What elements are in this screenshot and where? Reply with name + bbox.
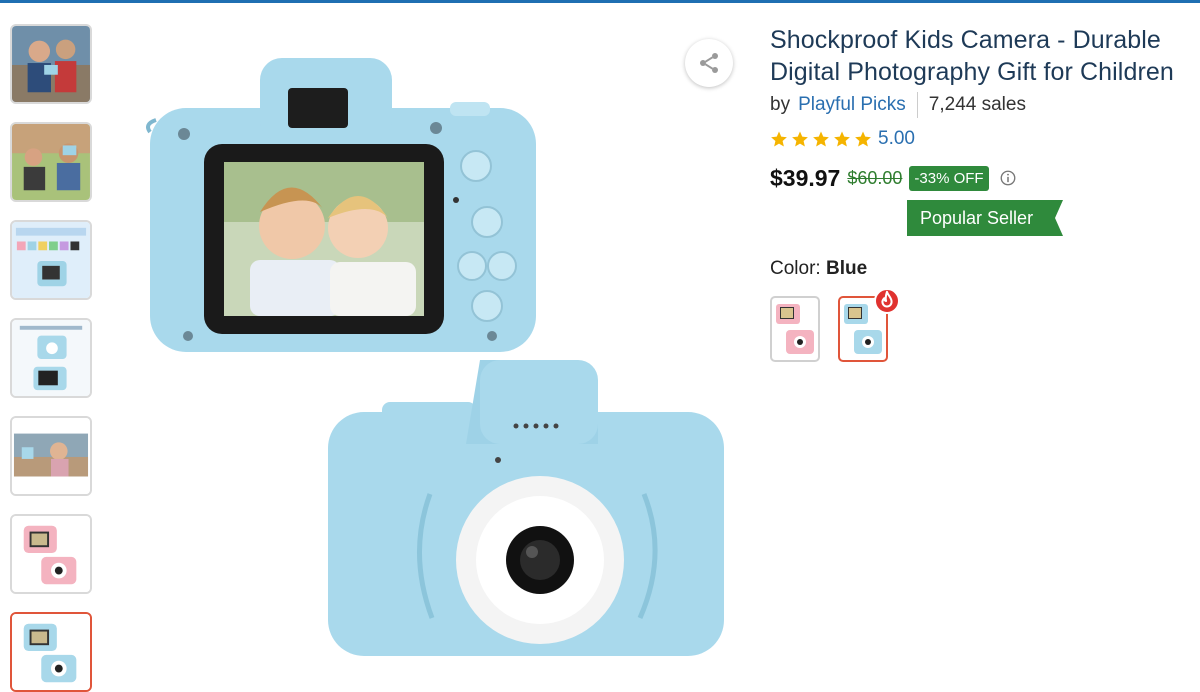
discount-badge: -33% OFF (909, 165, 989, 191)
price-row: $39.97 $60.00 -33% OFF (770, 162, 1190, 194)
thumbnail-5[interactable] (10, 416, 92, 496)
star-rating (770, 130, 872, 148)
star-icon (834, 131, 850, 147)
thumbnail-kids-photo-2 (12, 124, 90, 200)
ribbon-tail-icon (1049, 200, 1064, 236)
seller-link[interactable]: Playful Picks (798, 94, 906, 116)
by-label: by (770, 94, 791, 115)
star-icon (792, 131, 808, 147)
main-product-image[interactable] (120, 14, 740, 676)
thumbnail-camera-dimensions (12, 320, 90, 396)
share-button[interactable] (685, 39, 733, 87)
star-icon (771, 131, 787, 147)
flame-icon (881, 290, 893, 308)
rating-row[interactable]: 5.00 (770, 126, 1190, 152)
thumbnail-1[interactable] (10, 24, 92, 104)
selected-color: Blue (825, 258, 868, 279)
info-circle-icon[interactable] (999, 169, 1017, 187)
rating-value: 5.00 (878, 128, 915, 149)
sales-count: 7,244 sales (928, 94, 1026, 115)
thumbnail-3[interactable] (10, 220, 92, 300)
popular-seller-badge: Popular Seller (907, 200, 1064, 236)
thumbnail-7-active[interactable] (10, 612, 92, 692)
color-swatches (770, 288, 1190, 362)
seller-line: by Playful Picks 7,244 sales (770, 90, 1190, 120)
thumbnail-blue-camera (12, 614, 90, 690)
thumbnail-colors-chart (12, 222, 90, 298)
popular-seller-badge-wrap: Popular Seller (907, 200, 1190, 238)
thumbnail-kids-photo-1 (12, 26, 90, 102)
pink-camera-icon (776, 304, 814, 354)
thumbnail-2[interactable] (10, 122, 92, 202)
star-icon (855, 131, 871, 147)
swatch-blue[interactable] (838, 288, 900, 362)
share-icon (700, 53, 718, 73)
kids-camera-illustration (120, 14, 740, 676)
current-price: $39.97 (770, 164, 841, 191)
thumbnail-pink-camera (12, 516, 90, 592)
product-info-panel: Shockproof Kids Camera - Durable Digital… (770, 24, 1190, 362)
original-price: $60.00 (847, 167, 903, 188)
thumbnail-4[interactable] (10, 318, 92, 398)
star-icon (813, 131, 829, 147)
color-label: Color: (770, 258, 821, 279)
thumbnail-6[interactable] (10, 514, 92, 594)
product-title: Shockproof Kids Camera - Durable Digital… (770, 26, 1174, 86)
swatch-pink[interactable] (770, 296, 820, 362)
divider (916, 92, 918, 118)
hot-badge (874, 288, 900, 314)
popular-seller-label: Popular Seller (920, 208, 1034, 228)
color-selector-label: Color: Blue (770, 258, 1190, 280)
thumbnail-girl-photo (12, 418, 90, 494)
top-accent-bar (0, 0, 1200, 3)
